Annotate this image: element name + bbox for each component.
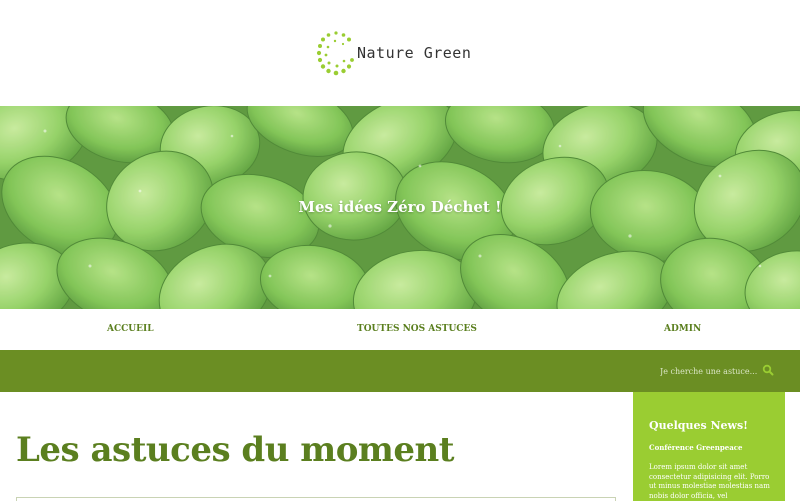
- hero-title: Mes idées Zéro Déchet !: [298, 198, 502, 216]
- search-icon[interactable]: [762, 364, 774, 376]
- sidebar-title: Quelques News!: [649, 419, 749, 432]
- dotted-circle-logo-icon: [316, 31, 354, 76]
- news-item-title[interactable]: Conférence Greenpeace: [649, 443, 742, 452]
- brand-name: Nature Green: [357, 44, 472, 62]
- nav-item-accueil[interactable]: ACCUEIL: [107, 309, 154, 350]
- nav-item-admin[interactable]: ADMIN: [664, 309, 701, 350]
- nav-item-astuces[interactable]: TOUTES NOS ASTUCES: [357, 309, 477, 350]
- search-bar: [0, 350, 800, 392]
- search-input[interactable]: [660, 363, 760, 379]
- site-header: Nature Green: [0, 0, 800, 106]
- article-card-edge: [16, 497, 616, 501]
- hero-banner: Mes idées Zéro Déchet !: [0, 106, 800, 309]
- news-sidebar: Quelques News! Conférence Greenpeace Lor…: [633, 392, 785, 501]
- logo[interactable]: Nature Green: [315, 30, 471, 76]
- main-nav: ACCUEIL TOUTES NOS ASTUCES ADMIN: [0, 309, 800, 350]
- page-title: Les astuces du moment: [16, 430, 454, 470]
- news-item-body: Lorem ipsum dolor sit amet consectetur a…: [649, 463, 770, 500]
